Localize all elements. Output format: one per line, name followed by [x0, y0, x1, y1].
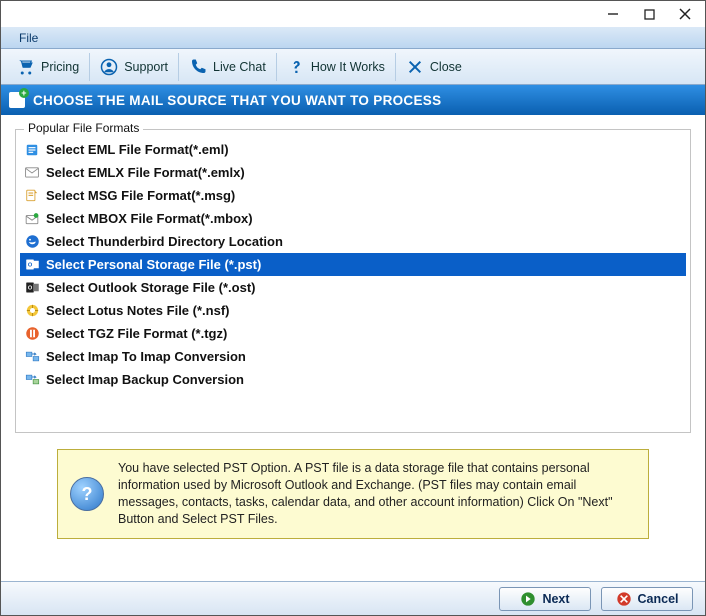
- cancel-icon: [616, 591, 632, 607]
- next-button[interactable]: Next: [499, 587, 591, 611]
- eml-icon: [24, 142, 40, 158]
- support-button[interactable]: Support: [90, 53, 179, 81]
- msg-icon: [24, 188, 40, 204]
- lotus-icon: [24, 303, 40, 319]
- pricing-button[interactable]: Pricing: [7, 53, 90, 81]
- format-option-label: Select TGZ File Format (*.tgz): [46, 326, 227, 341]
- close-label: Close: [430, 60, 462, 74]
- pricing-label: Pricing: [41, 60, 79, 74]
- close-button[interactable]: Close: [396, 53, 472, 81]
- mbox-icon: [24, 211, 40, 227]
- format-option-imap[interactable]: Select Imap To Imap Conversion: [20, 345, 686, 368]
- arrow-right-icon: [520, 591, 536, 607]
- livechat-button[interactable]: Live Chat: [179, 53, 277, 81]
- footer-bar: Next Cancel: [1, 581, 705, 615]
- format-option-label: Select MSG File Format(*.msg): [46, 188, 235, 203]
- close-window-button[interactable]: [667, 1, 703, 27]
- format-option-eml[interactable]: Select EML File Format(*.eml): [20, 138, 686, 161]
- format-option-thunderbird[interactable]: Select Thunderbird Directory Location: [20, 230, 686, 253]
- format-option-tgz[interactable]: Select TGZ File Format (*.tgz): [20, 322, 686, 345]
- format-option-label: Select Lotus Notes File (*.nsf): [46, 303, 229, 318]
- format-option-lotus[interactable]: Select Lotus Notes File (*.nsf): [20, 299, 686, 322]
- content-area: Popular File Formats Select EML File For…: [1, 115, 705, 539]
- toolbar: Pricing Support Live Chat How It Works C…: [1, 49, 705, 85]
- pst-icon: O: [24, 257, 40, 273]
- user-icon: [100, 58, 118, 76]
- format-option-pst[interactable]: O Select Personal Storage File (*.pst): [20, 253, 686, 276]
- section-title: CHOOSE THE MAIL SOURCE THAT YOU WANT TO …: [33, 93, 441, 108]
- info-text: You have selected PST Option. A PST file…: [118, 460, 636, 528]
- format-option-label: Select Imap To Imap Conversion: [46, 349, 246, 364]
- format-option-label: Select MBOX File Format(*.mbox): [46, 211, 253, 226]
- format-option-label: Select EMLX File Format(*.emlx): [46, 165, 245, 180]
- format-option-ost[interactable]: O Select Outlook Storage File (*.ost): [20, 276, 686, 299]
- menu-file[interactable]: File: [11, 29, 46, 47]
- howitworks-button[interactable]: How It Works: [277, 53, 396, 81]
- format-option-label: Select Outlook Storage File (*.ost): [46, 280, 255, 295]
- cart-icon: [17, 58, 35, 76]
- close-icon: [406, 58, 424, 76]
- format-option-label: Select Personal Storage File (*.pst): [46, 257, 261, 272]
- section-header: CHOOSE THE MAIL SOURCE THAT YOU WANT TO …: [1, 85, 705, 115]
- formats-list: Select EML File Format(*.eml) Select EMLX…: [20, 138, 686, 391]
- phone-icon: [189, 58, 207, 76]
- cancel-label: Cancel: [638, 592, 679, 606]
- format-option-mbox[interactable]: Select MBOX File Format(*.mbox): [20, 207, 686, 230]
- format-option-label: Select EML File Format(*.eml): [46, 142, 229, 157]
- group-legend: Popular File Formats: [24, 121, 143, 135]
- ost-icon: O: [24, 280, 40, 296]
- window-titlebar: [1, 1, 705, 27]
- minimize-button[interactable]: [595, 1, 631, 27]
- info-panel: ? You have selected PST Option. A PST fi…: [57, 449, 649, 539]
- info-icon: ?: [70, 477, 104, 511]
- format-option-msg[interactable]: Select MSG File Format(*.msg): [20, 184, 686, 207]
- format-option-emlx[interactable]: Select EMLX File Format(*.emlx): [20, 161, 686, 184]
- thunderbird-icon: [24, 234, 40, 250]
- format-option-label: Select Thunderbird Directory Location: [46, 234, 283, 249]
- svg-text:O: O: [27, 262, 32, 268]
- howitworks-label: How It Works: [311, 60, 385, 74]
- question-icon: [287, 58, 305, 76]
- format-option-imapbackup[interactable]: Select Imap Backup Conversion: [20, 368, 686, 391]
- formats-group: Popular File Formats Select EML File For…: [15, 129, 691, 433]
- maximize-button[interactable]: [631, 1, 667, 27]
- tgz-icon: [24, 326, 40, 342]
- emlx-icon: [24, 165, 40, 181]
- svg-text:O: O: [27, 285, 32, 291]
- cancel-button[interactable]: Cancel: [601, 587, 693, 611]
- imap-icon: [24, 349, 40, 365]
- support-label: Support: [124, 60, 168, 74]
- next-label: Next: [542, 592, 569, 606]
- page-icon: [9, 92, 25, 108]
- format-option-label: Select Imap Backup Conversion: [46, 372, 244, 387]
- imapbackup-icon: [24, 372, 40, 388]
- menu-bar: File: [1, 27, 705, 49]
- livechat-label: Live Chat: [213, 60, 266, 74]
